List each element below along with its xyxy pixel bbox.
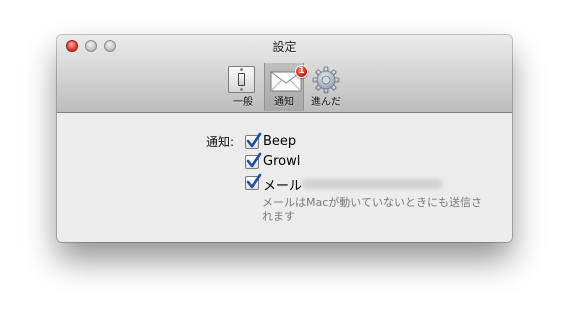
preferences-window: 設定 一般 1 通知 進んだ 通知: Beep Growl メール メールはMa…: [57, 35, 512, 242]
growl-label: Growl: [263, 154, 301, 169]
notifications-label: 通知:: [205, 135, 234, 149]
notifications-pane: 通知: Beep Growl メール メールはMacが動いていないときにも送信さ…: [57, 114, 512, 242]
growl-checkbox[interactable]: [245, 152, 262, 169]
checkmark-icon: [246, 173, 262, 189]
toolbar-label-notifications: 通知: [274, 97, 294, 108]
toolbar-item-general[interactable]: 一般: [223, 63, 263, 111]
gear-icon: [312, 66, 340, 94]
window-title: 設定: [272, 40, 297, 54]
beep-checkbox[interactable]: [245, 132, 262, 149]
redacted-email-address: [302, 179, 442, 189]
toolbar-item-advanced[interactable]: 進んだ: [306, 63, 346, 111]
switch-icon: [228, 66, 255, 93]
checkmark-icon: [246, 132, 262, 148]
beep-label: Beep: [263, 134, 297, 149]
mail-checkbox[interactable]: [245, 173, 262, 190]
toolbar-item-notifications[interactable]: 1 通知: [264, 63, 308, 111]
toolbar-label-advanced: 進んだ: [311, 97, 341, 108]
toolbar-label-general: 一般: [233, 97, 253, 108]
checkmark-icon: [246, 152, 262, 168]
stage: 設定 一般 1 通知 進んだ 通知: Beep Growl メール メールはMa…: [0, 0, 569, 321]
titlebar: 設定 一般 1 通知 進んだ: [57, 35, 512, 113]
mail-label: メール: [263, 179, 303, 194]
mail-note: メールはMacが動いていないときにも送信されます: [262, 196, 482, 223]
